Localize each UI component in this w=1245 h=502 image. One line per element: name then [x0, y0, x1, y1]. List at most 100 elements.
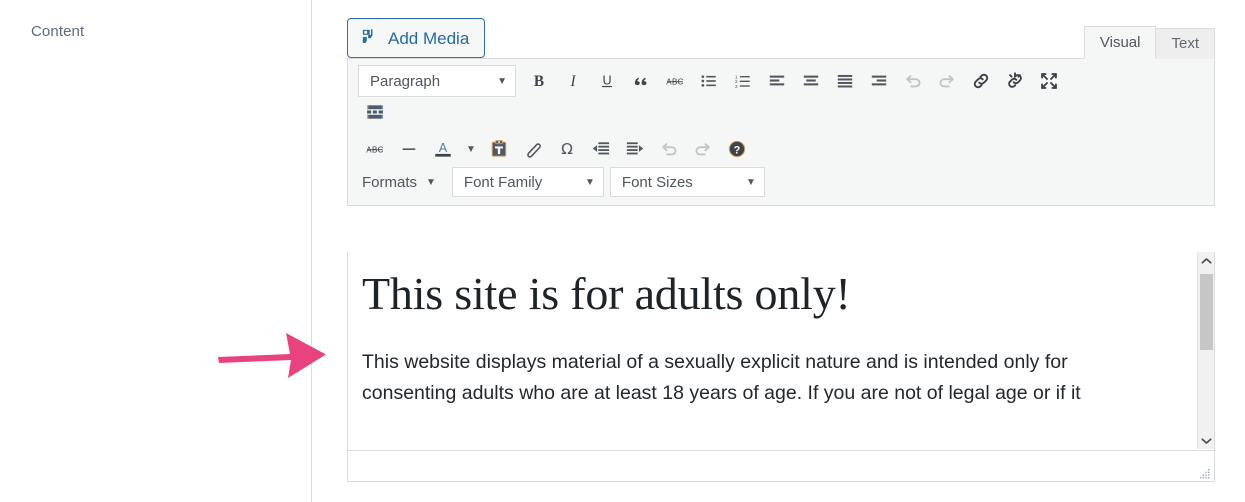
strikethrough-button-2[interactable]: ABC: [358, 134, 392, 164]
toolbar-row-1: Paragraph ▼ B I U ABC 1 2 3: [348, 59, 1214, 97]
field-label-content: Content: [31, 23, 85, 40]
blockquote-icon: [632, 72, 650, 90]
help-icon: ?: [727, 139, 747, 159]
fullscreen-button[interactable]: [1032, 66, 1066, 96]
align-center-button[interactable]: [794, 66, 828, 96]
editor-content-area[interactable]: This site is for adults only! This websi…: [347, 252, 1215, 451]
undo-button[interactable]: [896, 66, 930, 96]
clear-formatting-button[interactable]: [516, 134, 550, 164]
redo-icon: [693, 139, 713, 159]
unlink-button[interactable]: [998, 66, 1032, 96]
chevron-down-icon: ▼: [426, 176, 436, 188]
editor-status-bar: [347, 451, 1215, 482]
svg-text:I: I: [569, 73, 576, 90]
align-left-icon: [768, 72, 786, 90]
chevron-down-icon: ▼: [585, 176, 595, 188]
strikethrough-button[interactable]: ABC: [658, 66, 692, 96]
help-button[interactable]: ?: [720, 134, 754, 164]
toolbar-row-3: ABC A ▼ Ω ?: [348, 131, 1214, 167]
link-icon: [971, 71, 991, 91]
numbered-list-button[interactable]: 1 2 3: [726, 66, 760, 96]
svg-text:U: U: [602, 74, 611, 88]
align-left-button[interactable]: [760, 66, 794, 96]
svg-text:A: A: [439, 140, 448, 155]
numbered-list-icon: 1 2 3: [734, 72, 752, 90]
add-media-button[interactable]: Add Media: [347, 18, 486, 58]
arrow-right-icon: [216, 327, 328, 383]
editor-mode-tabs: Visual Text: [1083, 26, 1215, 59]
toolbar-row-2: [348, 97, 1214, 131]
indent-button[interactable]: [618, 134, 652, 164]
indent-icon: [625, 140, 645, 158]
svg-text:B: B: [534, 73, 544, 90]
outdent-icon: [591, 140, 611, 158]
svg-text:3: 3: [735, 84, 738, 90]
content-vertical-scrollbar[interactable]: [1197, 252, 1214, 449]
text-color-icon: A: [432, 139, 454, 159]
link-button[interactable]: [964, 66, 998, 96]
page-root: Content Add Media Visual Text Paragraph …: [0, 0, 1245, 502]
underline-button[interactable]: U: [590, 66, 624, 96]
toolbar-toggle-button[interactable]: [358, 97, 392, 127]
redo-button[interactable]: [930, 66, 964, 96]
formats-label: Formats: [362, 173, 418, 191]
strikethrough-icon: ABC: [665, 72, 685, 90]
wp-editor: Add Media Visual Text Paragraph ▼ B I U …: [347, 18, 1215, 484]
align-right-button[interactable]: [862, 66, 896, 96]
undo-button-2[interactable]: [652, 134, 686, 164]
font-family-label: Font Family: [463, 173, 543, 191]
bold-icon: B: [530, 72, 548, 90]
editor-document[interactable]: This site is for adults only! This websi…: [348, 252, 1196, 449]
bullet-list-button[interactable]: [692, 66, 726, 96]
editor-toolbar: Paragraph ▼ B I U ABC 1 2 3 ABC A ▼ Ω ? …: [347, 58, 1215, 206]
redo-icon: [937, 71, 957, 91]
font-family-select[interactable]: Font Family ▼: [451, 167, 604, 197]
paste-as-text-icon: [489, 139, 509, 159]
special-character-button[interactable]: Ω: [550, 134, 584, 164]
strikethrough-icon: ABC: [365, 140, 385, 158]
scrollbar-thumb[interactable]: [1200, 274, 1213, 350]
add-media-icon: [360, 27, 379, 49]
bullet-list-icon: [700, 72, 718, 90]
align-justify-icon: [836, 72, 854, 90]
align-center-icon: [802, 72, 820, 90]
redo-button-2[interactable]: [686, 134, 720, 164]
chevron-down-icon: ▼: [746, 176, 756, 188]
unlink-icon: [1005, 71, 1025, 91]
underline-icon: U: [598, 72, 616, 90]
align-justify-button[interactable]: [828, 66, 862, 96]
paste-as-text-button[interactable]: [482, 134, 516, 164]
omega-icon: Ω: [557, 139, 577, 159]
svg-text:Ω: Ω: [561, 140, 573, 158]
text-color-button[interactable]: A: [426, 134, 460, 164]
fullscreen-icon: [1039, 71, 1059, 91]
font-sizes-select[interactable]: Font Sizes ▼: [609, 167, 765, 197]
chevron-down-icon: ▼: [466, 143, 476, 155]
formats-menu-button[interactable]: Formats ▼: [358, 167, 446, 197]
tab-visual[interactable]: Visual: [1083, 26, 1157, 59]
italic-button[interactable]: I: [556, 66, 590, 96]
italic-icon: I: [564, 72, 582, 90]
chevron-down-icon: ▼: [497, 75, 507, 87]
undo-icon: [903, 71, 923, 91]
horizontal-rule-button[interactable]: [392, 134, 426, 164]
media-buttons-bar: Add Media: [347, 18, 486, 58]
svg-text:?: ?: [734, 145, 741, 157]
horizontal-rule-icon: [399, 140, 419, 158]
tab-text[interactable]: Text: [1155, 28, 1215, 59]
blockquote-button[interactable]: [624, 66, 658, 96]
align-right-icon: [870, 72, 888, 90]
bold-button[interactable]: B: [522, 66, 556, 96]
format-select-label: Paragraph: [370, 72, 441, 90]
add-media-label: Add Media: [388, 28, 470, 48]
eraser-icon: [523, 139, 543, 159]
outdent-button[interactable]: [584, 134, 618, 164]
document-heading: This site is for adults only!: [362, 268, 851, 319]
font-sizes-label: Font Sizes: [621, 173, 693, 191]
chevron-up-icon[interactable]: [1198, 252, 1214, 269]
chevron-down-icon[interactable]: [1198, 432, 1214, 449]
column-divider: [311, 0, 312, 502]
resize-grip-icon[interactable]: [1199, 467, 1211, 479]
text-color-caret-button[interactable]: ▼: [460, 134, 482, 164]
format-select-paragraph[interactable]: Paragraph ▼: [358, 65, 516, 97]
